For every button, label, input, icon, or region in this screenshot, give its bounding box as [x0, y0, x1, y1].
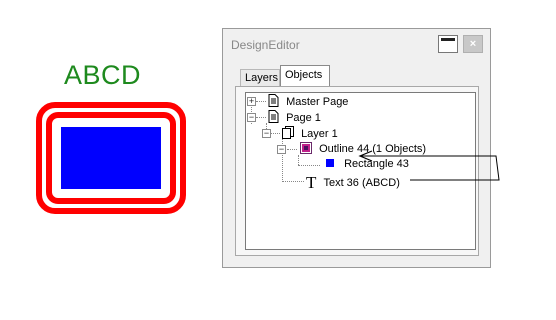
tree-item-layer-1[interactable]: Layer 1 [282, 126, 338, 140]
page-icon [268, 110, 279, 123]
tree-label-text-36: Text 36 (ABCD) [323, 177, 400, 189]
object-tree: + Master Page − Page 1 − Layer 1 − Outli… [245, 92, 476, 250]
tree-item-outline-44[interactable]: Outline 44 (1 Objects) [300, 142, 426, 155]
tree-label-page-1: Page 1 [286, 112, 321, 124]
tree-line [298, 155, 299, 165]
tree-label-layer-1: Layer 1 [301, 128, 338, 140]
tree-line [270, 133, 280, 134]
canvas-text-abcd: ABCD [64, 60, 142, 90]
window-title: DesignEditor [231, 38, 300, 52]
tree-line [256, 101, 266, 102]
tree-label-master-page: Master Page [286, 96, 349, 108]
tree-line [282, 181, 304, 182]
tree-line [298, 165, 320, 166]
text-icon: T [306, 173, 317, 192]
collapse-toggle-outline-44[interactable]: − [277, 145, 286, 154]
rectangle-icon [326, 159, 334, 167]
close-button[interactable]: × [463, 35, 483, 53]
tab-objects[interactable]: Objects [280, 65, 330, 87]
objects-panel: + Master Page − Page 1 − Layer 1 − Outli… [235, 86, 479, 256]
expand-toggle-master-page[interactable]: + [247, 97, 256, 106]
maximize-button[interactable] [438, 35, 458, 53]
tree-line [256, 117, 266, 118]
outline-rectangle-drawing [36, 102, 186, 214]
tree-item-page-1[interactable]: Page 1 [268, 110, 321, 124]
tree-item-text-36[interactable]: T Text 36 (ABCD) [306, 173, 400, 193]
outline-group-icon [300, 142, 312, 154]
tree-item-rectangle-43[interactable]: Rectangle 43 [326, 158, 409, 170]
design-editor-window: DesignEditor × Layers Objects + Master P… [222, 28, 491, 268]
tree-item-master-page[interactable]: Master Page [268, 94, 348, 108]
tree-label-rectangle-43: Rectangle 43 [344, 158, 409, 170]
tree-line [287, 149, 297, 150]
page-icon [268, 94, 279, 107]
layer-icon [282, 126, 294, 139]
blue-rectangle [61, 127, 161, 189]
collapse-toggle-page-1[interactable]: − [247, 113, 256, 122]
canvas-outline-group [36, 102, 186, 214]
tree-label-outline-44: Outline 44 (1 Objects) [319, 143, 427, 155]
collapse-toggle-layer-1[interactable]: − [262, 129, 271, 138]
